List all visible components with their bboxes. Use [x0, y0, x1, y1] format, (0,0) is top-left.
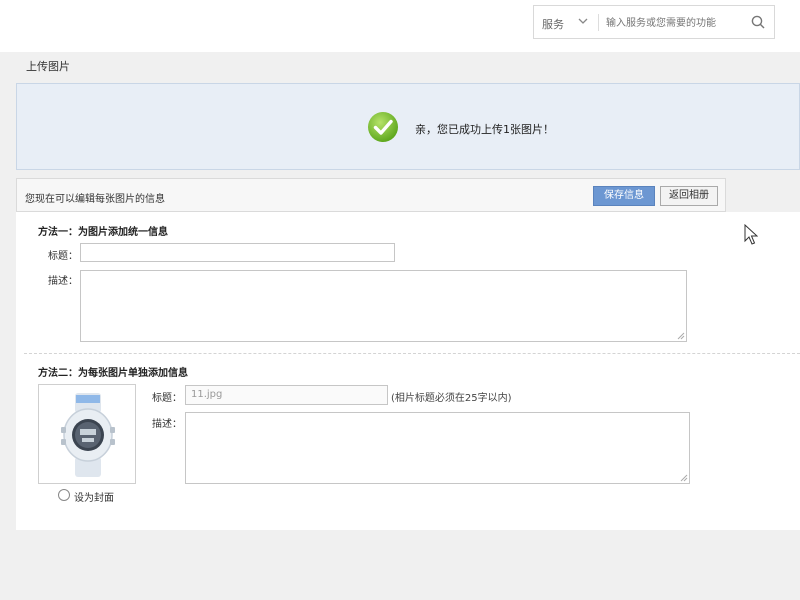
method-two-title-label: 标题：	[152, 393, 182, 404]
chevron-down-icon[interactable]	[577, 15, 589, 27]
method-two-title: 方法二：为每张图片单独添加信息	[38, 368, 188, 379]
method-one-title-label: 标题：	[48, 251, 78, 262]
method-one-title-input[interactable]	[80, 243, 395, 262]
success-check-icon	[368, 112, 398, 142]
success-banner: 亲，您已成功上传1张图片！	[16, 83, 800, 170]
section-divider	[24, 353, 800, 354]
service-search-box: 服务	[533, 5, 775, 39]
photo-thumbnail[interactable]	[38, 384, 136, 484]
search-divider	[598, 14, 599, 31]
search-icon[interactable]	[750, 14, 766, 30]
method-two-title-input[interactable]: 11.jpg	[185, 385, 388, 405]
method-two-desc-textarea[interactable]	[185, 412, 690, 484]
method-one-desc-label: 描述：	[48, 276, 78, 287]
back-to-album-button[interactable]: 返回相册	[660, 186, 718, 206]
service-select-label[interactable]: 服务	[542, 16, 564, 32]
set-cover-radio[interactable]	[58, 489, 70, 501]
mouse-cursor-icon	[744, 224, 758, 245]
edit-panel: 方法一：为图片添加统一信息 标题： 描述： 方法二：为每张图片单独添加信息 设为…	[16, 212, 800, 530]
set-cover-label: 设为封面	[74, 493, 114, 504]
top-bar: 服务	[0, 0, 800, 52]
title-length-hint: (相片标题必须在25字以内)	[391, 393, 512, 404]
edit-info-bar: 您现在可以编辑每张图片的信息 保存信息 返回相册	[16, 178, 726, 212]
page-title: 上传图片	[26, 60, 70, 73]
resize-grip-icon[interactable]	[677, 332, 685, 340]
success-message: 亲，您已成功上传1张图片！	[415, 123, 554, 136]
save-info-button[interactable]: 保存信息	[593, 186, 655, 206]
method-one-title: 方法一：为图片添加统一信息	[38, 227, 168, 238]
watch-image	[61, 393, 115, 477]
method-two-title-value: 11.jpg	[191, 389, 223, 400]
method-one-desc-textarea[interactable]	[80, 270, 687, 342]
method-two-desc-label: 描述：	[152, 419, 182, 430]
edit-tip: 您现在可以编辑每张图片的信息	[25, 194, 165, 205]
search-input[interactable]	[606, 14, 741, 32]
resize-grip-icon[interactable]	[680, 474, 688, 482]
